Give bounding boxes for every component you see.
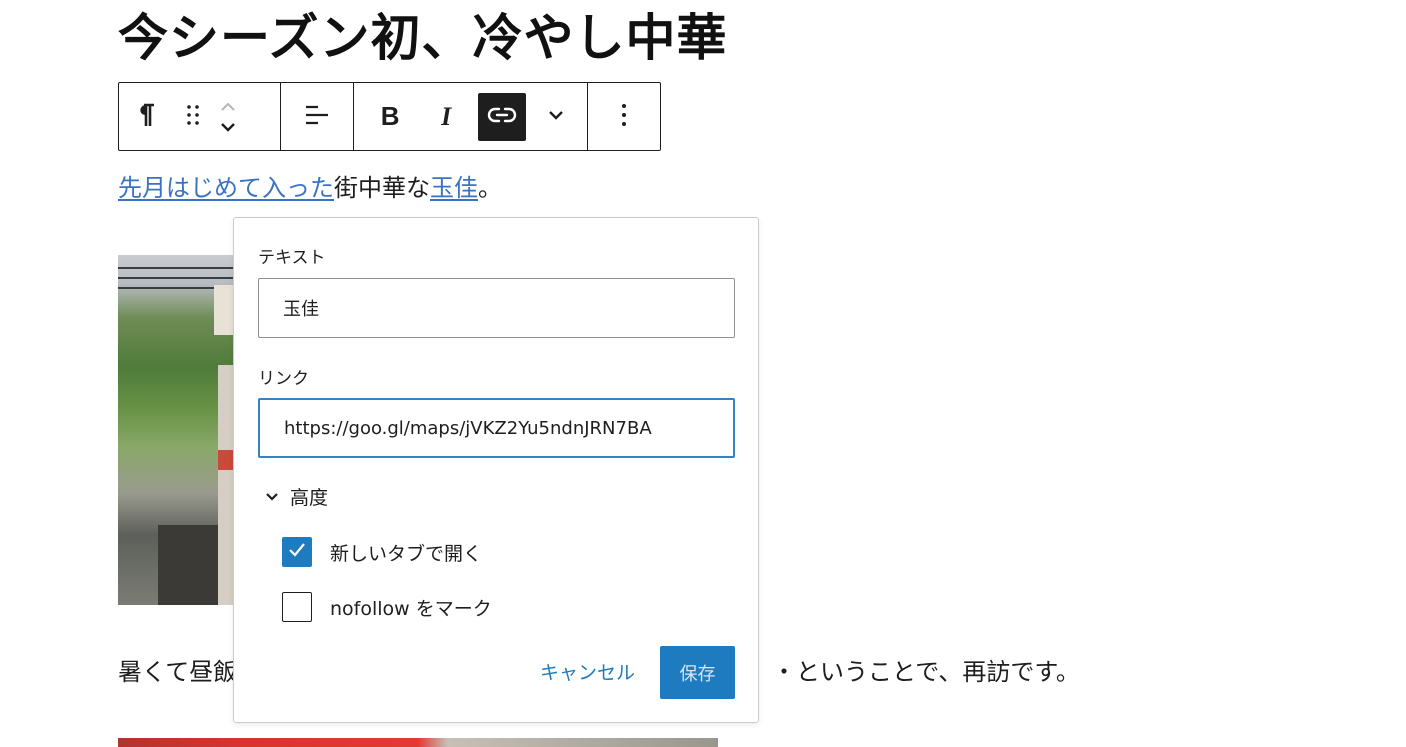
link-button[interactable] [478,92,527,141]
nofollow-row: nofollow をマーク [282,592,492,622]
open-new-tab-label: 新しいタブで開く [330,542,483,565]
paragraph-link-2[interactable]: 玉佳 [430,174,478,202]
save-button[interactable]: 保存 [660,646,735,699]
italic-button[interactable]: I [422,93,470,141]
drag-handle-button[interactable] [173,93,213,141]
toolbar-group-block [119,83,282,150]
paragraph-block-2-tail[interactable]: ・ということで、再訪です。 [772,654,1080,690]
drag-handle-icon [185,103,201,131]
paragraph-link-1[interactable]: 先月はじめて入った [118,174,334,202]
cancel-button[interactable]: キャンセル [540,658,635,685]
link-text-input[interactable] [258,278,735,338]
advanced-toggle[interactable]: 高度 [264,483,328,510]
block-mover [213,93,243,141]
nofollow-checkbox[interactable] [282,592,312,622]
block-options-button[interactable] [600,93,648,141]
more-rich-text-button[interactable] [532,93,580,141]
bold-icon: B [380,101,400,131]
toolbar-group-align [281,83,355,150]
image-block-2[interactable] [118,738,718,747]
paragraph-text: 街中華な [334,174,430,202]
italic-icon: I [441,101,452,131]
pilcrow-icon [135,102,157,132]
post-title[interactable]: 今シーズン初、冷やし中華 [118,6,728,70]
paragraph-block-button[interactable] [119,93,173,141]
link-url-label: リンク [258,369,309,389]
nofollow-label: nofollow をマーク [330,597,492,620]
checkmark-icon [287,540,307,565]
editor-canvas: 今シーズン初、冷やし中華 B I 先月はじめて入った街中華な玉佳。 暑くて昼飯 … [0,0,1406,747]
open-new-tab-row: 新しいタブで開く [282,537,482,567]
align-button[interactable] [293,93,341,141]
chevron-down-icon [264,489,280,505]
paragraph-block-2[interactable]: 暑くて昼飯 [118,654,237,690]
paragraph-block[interactable]: 先月はじめて入った街中華な玉佳。 [118,170,502,206]
block-toolbar: B I [118,82,661,151]
toolbar-group-options [588,83,660,150]
options-kebab-icon [620,102,628,132]
toolbar-group-format: B I [354,83,589,150]
image-block[interactable] [118,255,238,605]
bold-button[interactable]: B [366,93,414,141]
link-popover: テキスト リンク 高度 新しいタブで開く nofollow をマーク キャンセル… [233,217,759,723]
link-url-input[interactable] [258,398,735,458]
chevron-down-icon[interactable] [218,117,238,137]
align-left-icon [304,103,330,131]
chevron-up-icon[interactable] [218,97,238,117]
link-text-label: テキスト [258,248,326,268]
more-rich-text-chevron-icon [546,105,566,129]
advanced-label: 高度 [290,487,329,509]
link-icon [487,105,517,129]
open-new-tab-checkbox[interactable] [282,537,312,567]
paragraph-text-end: 。 [478,174,502,202]
